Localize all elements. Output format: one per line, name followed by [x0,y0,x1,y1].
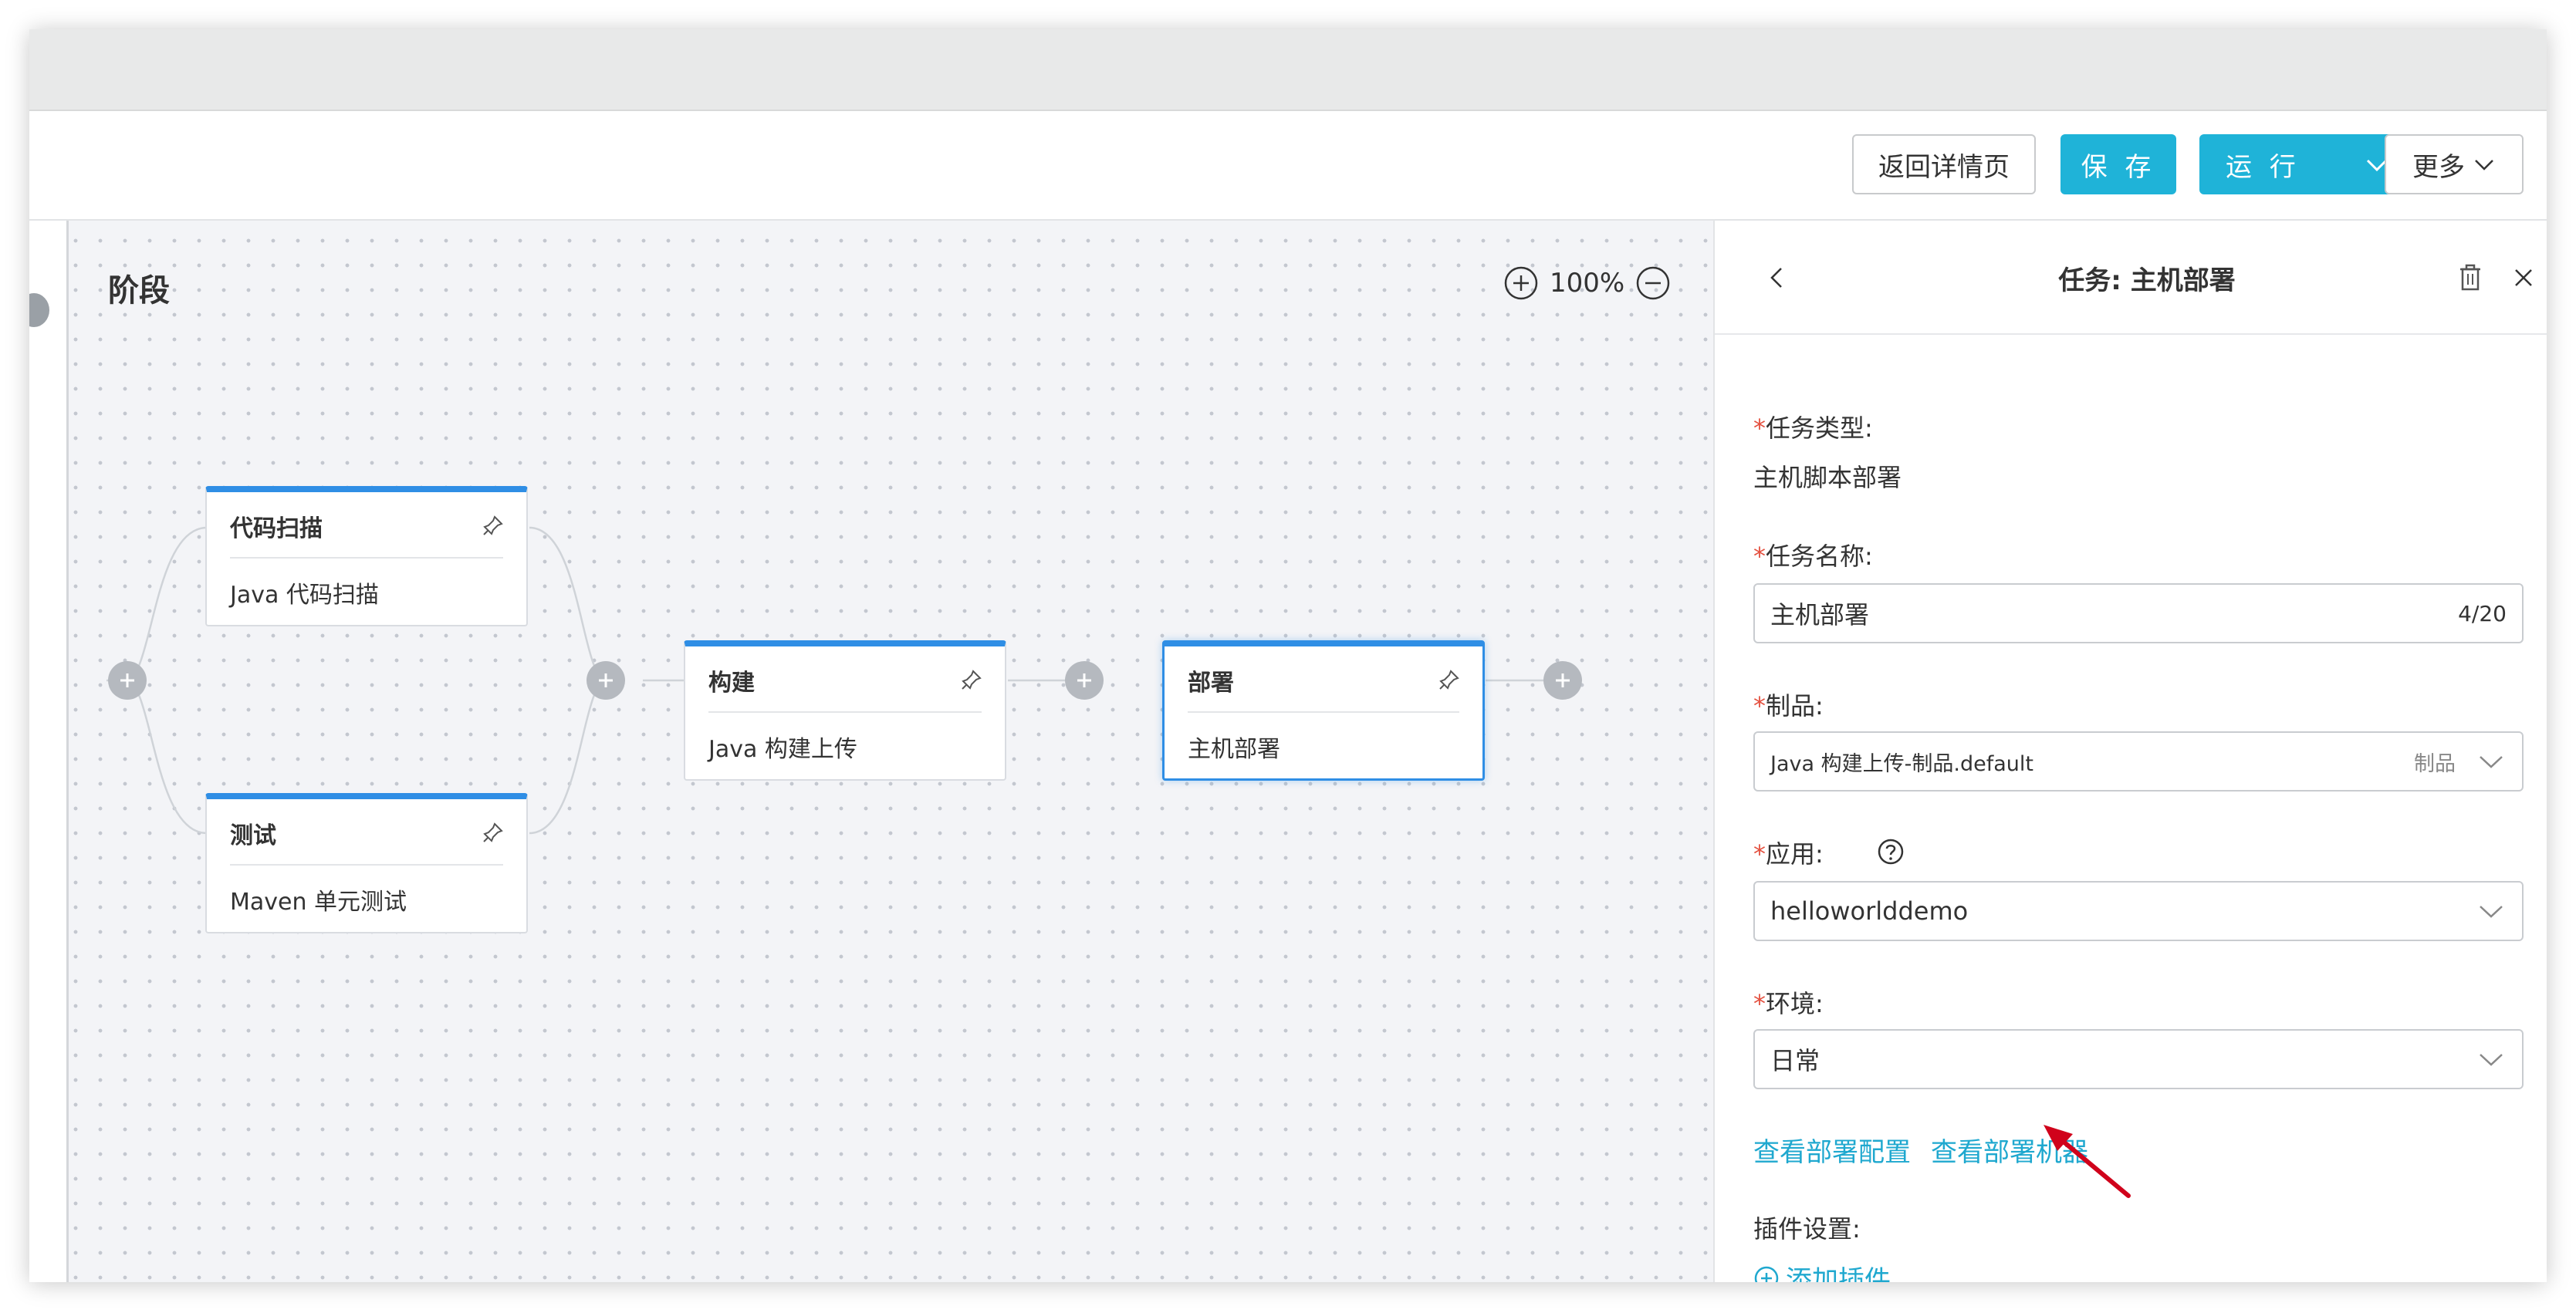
artifact-value: Java 构建上传-制品.default [1770,751,2033,776]
task-type-value: 主机脚本部署 [1753,463,1902,492]
app-value: helloworlddemo [1770,896,1969,926]
back-to-detail-button[interactable]: 返回详情页 [1852,134,2036,194]
top-toolbar: 返回详情页 保 存 运 行 更多 [29,111,2547,221]
pipeline-node-test[interactable]: 测试 Maven 单元测试 [205,793,528,933]
task-type-label-text: 任务类型: [1766,413,1873,443]
pin-icon[interactable] [960,668,983,691]
app-label-text: 应用: [1766,839,1824,869]
plugin-settings-label: 插件设置: [1753,1214,1861,1244]
node-divider [230,864,503,866]
node-description: Maven 单元测试 [230,889,407,916]
app-select[interactable]: helloworlddemo [1753,881,2524,941]
panel-title: 任务: 主机部署 [2058,265,2236,296]
more-label: 更多 [2412,151,2465,183]
more-button[interactable]: 更多 [2385,134,2524,194]
plus-icon [1556,673,1570,687]
run-button[interactable]: 运 行 [2199,134,2408,194]
task-name-value: 主机部署 [1770,600,1870,629]
save-label: 保 存 [2081,151,2156,183]
add-stage-button[interactable] [1065,661,1104,700]
chevron-down-icon [2475,160,2493,170]
artifact-label-text: 制品: [1766,691,1824,721]
artifact-label: *制品: [1753,687,1824,722]
app-label: *应用: [1753,835,1824,870]
plus-icon [1077,673,1091,687]
run-label: 运 行 [2226,151,2300,183]
add-stage-button[interactable] [587,661,625,700]
back-to-detail-label: 返回详情页 [1878,151,2010,183]
close-icon[interactable] [2510,264,2537,292]
required-mark: * [1753,691,1766,721]
panel-header: 任务: 主机部署 [1715,221,2547,335]
window-titlebar [29,29,2547,111]
app-window: 返回详情页 保 存 运 行 更多 阶段 100% 代码扫描 Java 代码扫描 … [29,29,2547,1282]
env-label: *环境: [1753,984,1824,1020]
trash-icon[interactable] [2456,262,2485,293]
task-name-label-text: 任务名称: [1766,542,1873,571]
task-name-char-count: 4/20 [2458,600,2507,626]
pipeline-node-code-scan[interactable]: 代码扫描 Java 代码扫描 [205,486,528,626]
save-button[interactable]: 保 存 [2060,134,2176,194]
add-plugin-label: 添加插件 [1786,1265,1891,1282]
required-mark: * [1753,542,1766,571]
add-plugin-button[interactable]: 添加插件 [1753,1259,1891,1282]
env-label-text: 环境: [1766,989,1824,1018]
add-stage-button[interactable] [1543,661,1582,700]
task-name-input[interactable]: 主机部署 4/20 [1753,583,2524,643]
plus-icon [120,673,134,687]
pipeline-canvas[interactable]: 阶段 100% 代码扫描 Java 代码扫描 测试 Maven 单元测试 构建 … [29,221,1713,1282]
annotation-arrow-icon [2044,1125,2131,1198]
chevron-down-icon [2480,906,2503,918]
node-title: 代码扫描 [230,515,323,542]
env-select[interactable]: 日常 [1753,1029,2524,1089]
chevron-down-icon [2480,1054,2503,1066]
node-description: Java 构建上传 [708,736,857,763]
node-title: 测试 [230,822,276,849]
pipeline-node-build[interactable]: 构建 Java 构建上传 [684,640,1006,781]
pin-icon[interactable] [1438,668,1461,691]
node-description: Java 代码扫描 [230,582,379,609]
node-divider [708,711,982,713]
chevron-down-icon [2480,756,2503,768]
view-deploy-config-link[interactable]: 查看部署配置 [1753,1131,1911,1169]
required-mark: * [1753,839,1766,869]
task-name-label: *任务名称: [1753,537,1873,572]
env-value: 日常 [1770,1046,1820,1075]
plus-icon [599,673,613,687]
help-icon[interactable] [1877,838,1905,866]
pin-icon[interactable] [482,821,505,844]
task-type-label: *任务类型: [1753,409,1873,444]
node-divider [1188,711,1459,713]
node-divider [230,557,503,559]
pipeline-node-deploy[interactable]: 部署 主机部署 [1162,640,1485,781]
artifact-hint: 制品 [2414,751,2456,776]
node-title: 构建 [708,670,755,697]
plus-circle-icon [1754,1266,1779,1282]
node-description: 主机部署 [1188,736,1280,763]
add-stage-button[interactable] [108,661,147,700]
node-title: 部署 [1188,670,1234,697]
required-mark: * [1753,413,1766,443]
pin-icon[interactable] [482,514,505,537]
artifact-select[interactable]: Java 构建上传-制品.default 制品 [1753,731,2524,792]
required-mark: * [1753,989,1766,1018]
